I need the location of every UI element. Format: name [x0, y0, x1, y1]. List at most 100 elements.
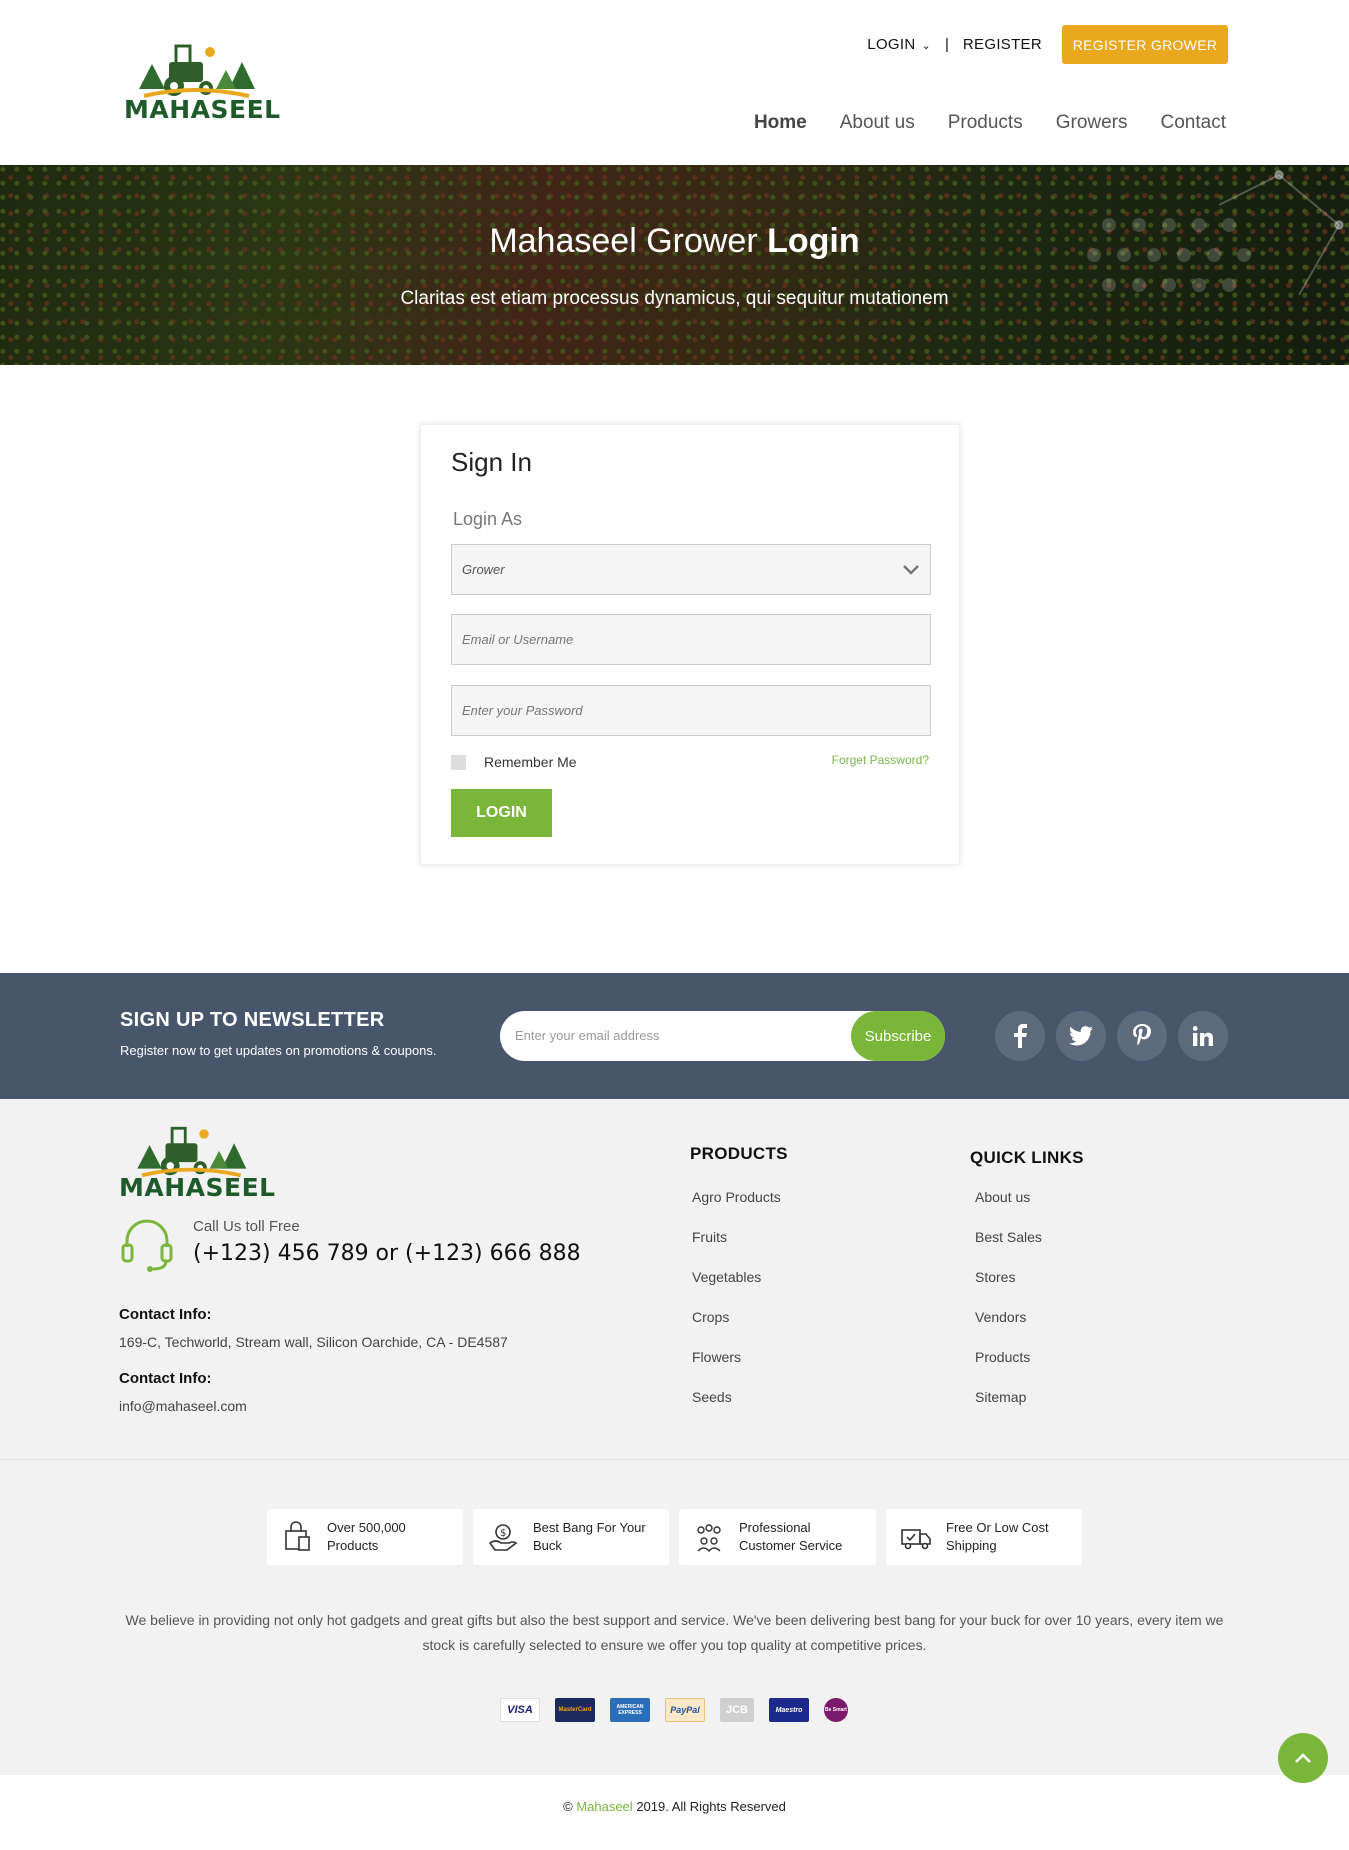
login-as-select[interactable]: Grower — [451, 544, 931, 595]
products-heading: PRODUCTS — [690, 1144, 788, 1163]
about-text: We believe in providing not only hot gad… — [125, 1612, 1224, 1653]
feature-line-2: Shipping — [946, 1538, 997, 1553]
call-number[interactable]: (+123) 456 789 or (+123) 666 888 — [193, 1241, 581, 1266]
footer-link-crops[interactable]: Crops — [692, 1309, 781, 1349]
site-footer: MAHASEEL Call Us toll Free (+123) 456 78… — [0, 1099, 1349, 1460]
newsletter-email-input[interactable]: Enter your email address — [515, 1028, 660, 1043]
footer-logo[interactable]: MAHASEEL — [119, 1117, 275, 1202]
contact-info-label: Contact Info: — [119, 1370, 212, 1387]
quick-links-heading: QUICK LINKS — [970, 1148, 1084, 1167]
chevron-down-icon: ⌄ — [921, 40, 932, 52]
register-link[interactable]: REGISTER — [963, 36, 1042, 53]
tractor-logo-icon — [139, 44, 255, 98]
chevron-up-icon — [1295, 1753, 1311, 1763]
contact-info-label: Contact Info: — [119, 1306, 212, 1323]
footer-link-flowers[interactable]: Flowers — [692, 1349, 781, 1389]
feature-line-2: Buck — [533, 1538, 562, 1553]
main-nav: Home About us Products Growers Contact — [754, 112, 1226, 134]
contact-email[interactable]: info@mahaseel.com — [119, 1398, 247, 1414]
headset-icon — [121, 1219, 173, 1272]
subscribe-button[interactable]: Subscribe — [851, 1011, 945, 1061]
footer-link-vendors[interactable]: Vendors — [975, 1309, 1042, 1349]
facebook-icon[interactable] — [995, 1011, 1045, 1061]
payment-methods: VISA MasterCard AMERICAN EXPRESS PayPal … — [500, 1698, 848, 1722]
register-grower-button[interactable]: REGISTER GROWER — [1062, 25, 1228, 64]
shopping-bag-icon — [285, 1521, 310, 1551]
password-field-wrapper — [451, 685, 931, 736]
footer-link-products[interactable]: Products — [975, 1349, 1042, 1389]
password-field[interactable] — [462, 703, 920, 718]
nav-contact[interactable]: Contact — [1161, 112, 1226, 134]
mastercard-icon: MasterCard — [555, 1698, 595, 1722]
newsletter-title: SIGN UP TO NEWSLETTER — [120, 1009, 385, 1031]
decorative-dots-icon — [1087, 170, 1344, 296]
paypal-icon: PayPal — [665, 1698, 705, 1722]
amex-icon: AMERICAN EXPRESS — [610, 1698, 650, 1722]
login-as-label: Login As — [453, 509, 523, 529]
back-to-top-button[interactable] — [1278, 1733, 1328, 1783]
footer-link-vegetables[interactable]: Vegetables — [692, 1269, 781, 1309]
jcb-icon: JCB — [720, 1698, 754, 1722]
email-field[interactable] — [462, 632, 920, 647]
login-as-value: Grower — [462, 562, 505, 577]
signin-card: Sign In Login As Grower Remember Me Forg… — [420, 424, 960, 865]
copyright-text: 2019. All Rights Reserved — [636, 1799, 786, 1814]
copyright: © Mahaseel 2019. All Rights Reserved — [0, 1775, 1349, 1850]
hero-banner: Mahaseel Grower Login Claritas est etiam… — [0, 165, 1349, 365]
contact-address: 169-C, Techworld, Stream wall, Silicon O… — [119, 1334, 508, 1350]
tractor-logo-icon — [137, 1126, 247, 1178]
hero-subtitle: Claritas est etiam processus dynamicus, … — [400, 288, 949, 309]
newsletter-bar: SIGN UP TO NEWSLETTER Register now to ge… — [0, 973, 1349, 1099]
nav-growers[interactable]: Growers — [1056, 112, 1128, 134]
login-dropdown[interactable]: LOGIN ⌄ — [867, 36, 931, 53]
remember-me: Remember Me — [451, 754, 577, 770]
money-hand-icon: $ — [488, 1524, 518, 1551]
feature-line-1: Professional — [739, 1520, 811, 1535]
login-link[interactable]: LOGIN — [867, 36, 915, 53]
remember-me-checkbox[interactable] — [451, 754, 466, 770]
maestro-icon: Maestro — [769, 1698, 809, 1722]
newsletter-form: Enter your email address Subscribe — [500, 1011, 945, 1061]
forget-password-link[interactable]: Forget Password? — [832, 753, 929, 767]
feature-card: $ Best Bang For Your Buck — [473, 1509, 669, 1565]
footer-link-seeds[interactable]: Seeds — [692, 1389, 781, 1429]
feature-line-1: Free Or Low Cost — [946, 1520, 1049, 1535]
feature-line-1: Over 500,000 — [327, 1520, 406, 1535]
hero-title-normal: Mahaseel Grower — [489, 222, 758, 260]
linkedin-icon[interactable] — [1178, 1011, 1228, 1061]
pinterest-icon[interactable] — [1117, 1011, 1167, 1061]
truck-icon — [901, 1529, 931, 1550]
nav-home[interactable]: Home — [754, 112, 807, 134]
footer-link-fruits[interactable]: Fruits — [692, 1229, 781, 1269]
features-section: Over 500,000 Products $ Best Bang For You… — [0, 1460, 1349, 1775]
email-field-wrapper — [451, 614, 931, 665]
chevron-down-icon — [903, 564, 919, 575]
products-list: Agro Products Fruits Vegetables Crops Fl… — [692, 1189, 781, 1429]
footer-link-agro-products[interactable]: Agro Products — [692, 1189, 781, 1229]
footer-link-best-sales[interactable]: Best Sales — [975, 1229, 1042, 1269]
logo[interactable]: MAHASEEL — [124, 34, 280, 124]
svg-text:$: $ — [500, 1528, 506, 1539]
footer-link-stores[interactable]: Stores — [975, 1269, 1042, 1309]
team-icon — [697, 1524, 721, 1553]
logo-text: MAHASEEL — [124, 95, 281, 124]
quick-links-list: About us Best Sales Stores Vendors Produ… — [975, 1189, 1042, 1429]
newsletter-subtitle: Register now to get updates on promotion… — [120, 1043, 437, 1058]
hero-title-bold: Login — [767, 222, 860, 260]
social-links — [995, 1011, 1228, 1061]
remember-me-label[interactable]: Remember Me — [484, 754, 577, 770]
footer-link-sitemap[interactable]: Sitemap — [975, 1389, 1042, 1429]
feature-line-1: Best Bang For Your — [533, 1520, 646, 1535]
login-button[interactable]: LOGIN — [451, 789, 552, 837]
feature-card: Over 500,000 Products — [267, 1509, 463, 1565]
top-links: LOGIN ⌄ | REGISTER REGISTER GROWER — [867, 25, 1228, 64]
twitter-icon[interactable] — [1056, 1011, 1106, 1061]
hero-title: Mahaseel Grower Login — [0, 222, 1349, 261]
visa-icon: VISA — [500, 1698, 540, 1722]
feature-card: Professional Customer Service — [679, 1509, 876, 1565]
nav-products[interactable]: Products — [948, 112, 1023, 134]
footer-link-about-us[interactable]: About us — [975, 1189, 1042, 1229]
nav-about-us[interactable]: About us — [840, 112, 915, 134]
copyright-brand-link[interactable]: Mahaseel — [576, 1799, 632, 1814]
copyright-symbol: © — [563, 1799, 573, 1814]
